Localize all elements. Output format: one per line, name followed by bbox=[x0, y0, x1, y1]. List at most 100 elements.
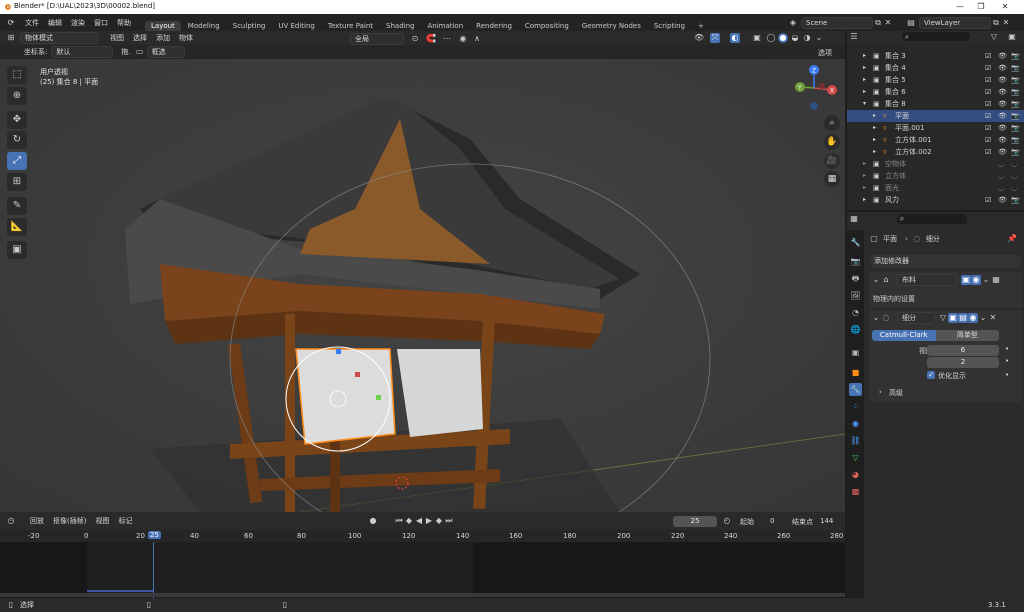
eye-icon[interactable]: ◡ bbox=[998, 170, 1004, 182]
camera-icon[interactable]: ◡ bbox=[1011, 158, 1017, 170]
edit-cage-icon[interactable]: ▽ bbox=[938, 313, 948, 323]
eye-icon[interactable]: ◡ bbox=[998, 182, 1004, 194]
eye-icon[interactable]: 👁 bbox=[998, 98, 1007, 110]
timeline-scrollbar[interactable] bbox=[0, 593, 845, 597]
camera-icon[interactable]: 📷 bbox=[1011, 62, 1020, 74]
keyframe-dot[interactable]: • bbox=[1005, 371, 1009, 379]
timeline-track-area[interactable] bbox=[0, 542, 845, 598]
render-levels-field[interactable]: 2 bbox=[927, 357, 999, 368]
perspective-toggle-icon[interactable]: ▦ bbox=[824, 171, 840, 187]
pivot-icon[interactable]: ⊙ bbox=[410, 34, 420, 44]
scene-selector[interactable]: ◈ Scene ⧉ ✕ bbox=[788, 17, 893, 29]
menu-object[interactable]: 物体 bbox=[179, 33, 193, 43]
material-tab-icon[interactable]: ◕ bbox=[849, 468, 862, 481]
modifier-remove-icon[interactable]: ✕ bbox=[988, 313, 998, 323]
falloff-icon[interactable]: ∧ bbox=[472, 34, 482, 44]
proportional-edit-icon[interactable]: ◉ bbox=[458, 34, 468, 44]
minimize-icon[interactable]: — bbox=[953, 2, 967, 11]
checkbox-icon[interactable]: ☑ bbox=[985, 74, 991, 86]
viewlayer-name[interactable]: ViewLayer bbox=[919, 17, 991, 29]
expand-arrow-icon[interactable]: ▸ bbox=[873, 122, 876, 134]
collapse-icon[interactable]: ⌄ bbox=[871, 275, 881, 285]
scene-tab-icon[interactable]: ◔ bbox=[849, 306, 862, 319]
modifier-menu-icon[interactable]: ⌄ bbox=[981, 275, 991, 285]
optimal-display-checkbox[interactable]: ✓ bbox=[927, 371, 935, 379]
outliner-row[interactable]: ▸ ▣ 立方体 ◡ ◡ bbox=[847, 170, 1024, 182]
outliner-row[interactable]: ▸ ▣ 集合 3 ☑ 👁 📷 bbox=[847, 50, 1024, 62]
output-tab-icon[interactable]: 🖶 bbox=[849, 272, 862, 285]
camera-icon[interactable]: 📷 bbox=[1011, 50, 1020, 62]
shading-options-icon[interactable]: ⌄ bbox=[814, 33, 824, 43]
camera-icon[interactable]: 📷 bbox=[1011, 194, 1020, 206]
maximize-icon[interactable]: ❐ bbox=[974, 2, 988, 11]
menu-view[interactable]: 视图 bbox=[110, 33, 124, 43]
transform-orientation-dropdown[interactable]: 全局 bbox=[350, 33, 404, 45]
expand-arrow-icon[interactable]: ▸ bbox=[863, 50, 866, 62]
texture-tab-icon[interactable]: ▩ bbox=[849, 485, 862, 498]
eye-icon[interactable]: 👁 bbox=[998, 146, 1007, 158]
collection-tab-icon[interactable]: ▣ bbox=[849, 346, 862, 359]
modifier-menu-icon[interactable]: ⌄ bbox=[978, 313, 988, 323]
eye-icon[interactable]: ◡ bbox=[998, 158, 1004, 170]
show-viewport-icon[interactable]: ▤ bbox=[958, 313, 968, 323]
outliner-row[interactable]: ▸ ▣ 空物体 ◡ ◡ bbox=[847, 158, 1024, 170]
add-cube-tool[interactable]: ▣ bbox=[7, 241, 27, 259]
copy-viewlayer-icon[interactable]: ⧉ bbox=[991, 18, 1001, 28]
tab-rendering[interactable]: Rendering bbox=[470, 21, 518, 31]
render-tab-icon[interactable]: 📷 bbox=[849, 255, 862, 268]
annotate-tool[interactable]: ✎ bbox=[7, 197, 27, 215]
measure-tool[interactable]: 📐 bbox=[7, 218, 27, 236]
camera-icon[interactable]: 📷 bbox=[1011, 74, 1020, 86]
mode-dropdown[interactable]: 物体模式 bbox=[20, 32, 98, 44]
show-render-icon[interactable]: ◉ bbox=[971, 275, 981, 285]
menu-timeline-view[interactable]: 视图 bbox=[95, 516, 109, 526]
outliner-editor-icon[interactable]: ☰ bbox=[849, 32, 859, 42]
expand-arrow-icon[interactable]: ▸ bbox=[863, 74, 866, 86]
physics-tab-icon[interactable]: ◉ bbox=[849, 417, 862, 430]
solid-shading-icon[interactable]: ● bbox=[778, 33, 788, 43]
jump-end-icon[interactable]: ⏭ bbox=[444, 516, 454, 526]
remove-viewlayer-icon[interactable]: ✕ bbox=[1001, 18, 1011, 28]
next-key-icon[interactable]: ◆ bbox=[434, 516, 444, 526]
close-icon[interactable]: ✕ bbox=[998, 2, 1012, 11]
outliner-row[interactable]: ▸ ▿ 立方体.001 ☑ 👁 📷 bbox=[847, 134, 1024, 146]
camera-icon[interactable]: 📷 bbox=[1011, 86, 1020, 98]
expand-arrow-icon[interactable]: ▸ bbox=[863, 170, 866, 182]
navigation-gizmo[interactable]: X Z Y bbox=[790, 64, 840, 114]
coord-dropdown[interactable]: 默认 bbox=[51, 46, 114, 58]
eye-icon[interactable]: 👁 bbox=[998, 86, 1007, 98]
zoom-view-icon[interactable]: ⌕ bbox=[824, 115, 840, 131]
simple-button[interactable]: 简单型 bbox=[935, 330, 999, 341]
show-viewport-icon[interactable]: ▣ bbox=[961, 275, 971, 285]
camera-icon[interactable]: 📷 bbox=[1011, 110, 1020, 122]
checkbox-icon[interactable]: ☑ bbox=[985, 110, 991, 122]
select-box-tool[interactable]: ⬚ bbox=[7, 66, 27, 84]
tab-uv-editing[interactable]: UV Editing bbox=[272, 21, 321, 31]
drag-mode-icon[interactable]: ▭ bbox=[135, 47, 145, 57]
menu-render[interactable]: 渲染 bbox=[71, 18, 85, 28]
advanced-section[interactable]: 高级 bbox=[889, 388, 903, 398]
world-tab-icon[interactable]: 🌐 bbox=[849, 323, 862, 336]
show-render-icon[interactable]: ◉ bbox=[968, 313, 978, 323]
camera-icon[interactable]: 📷 bbox=[1011, 98, 1020, 110]
expand-arrow-icon[interactable]: ▾ bbox=[863, 98, 866, 110]
pan-view-icon[interactable]: ✋ bbox=[824, 134, 840, 150]
prev-key-icon[interactable]: ◆ bbox=[404, 516, 414, 526]
select-mode-dropdown[interactable]: 框选 bbox=[146, 46, 185, 58]
outliner-search-input[interactable]: ⌕ bbox=[902, 32, 970, 41]
play-icon[interactable]: ▶ bbox=[424, 516, 434, 526]
3d-viewport[interactable]: 用户透视 (25) 集合 8 | 平面 ⬚ ⊕ ✥ ↻ ⤢ ⊞ ✎ 📐 ▣ X … bbox=[0, 59, 845, 512]
filter-icon[interactable]: ▽ bbox=[989, 32, 999, 42]
remove-scene-icon[interactable]: ✕ bbox=[883, 18, 893, 28]
modifier-delete-icon[interactable]: ▦ bbox=[991, 275, 1001, 285]
expand-arrow-icon[interactable]: ▸ bbox=[863, 86, 866, 98]
outliner-row[interactable]: ▸ ▣ 集合 4 ☑ 👁 📷 bbox=[847, 62, 1024, 74]
add-modifier-button[interactable]: 添加修改器 bbox=[871, 255, 1021, 268]
menu-playback[interactable]: 回放 bbox=[30, 516, 44, 526]
blender-menu-icon[interactable]: ⟳ bbox=[6, 18, 16, 28]
keyframe-dot[interactable]: • bbox=[1005, 345, 1009, 353]
eye-icon[interactable]: 👁 bbox=[998, 74, 1007, 86]
checkbox-icon[interactable]: ☑ bbox=[985, 86, 991, 98]
menu-edit[interactable]: 编辑 bbox=[48, 18, 62, 28]
outliner-row[interactable]: ▸ ▿ 平面 ☑ 👁 📷 bbox=[847, 110, 1024, 122]
